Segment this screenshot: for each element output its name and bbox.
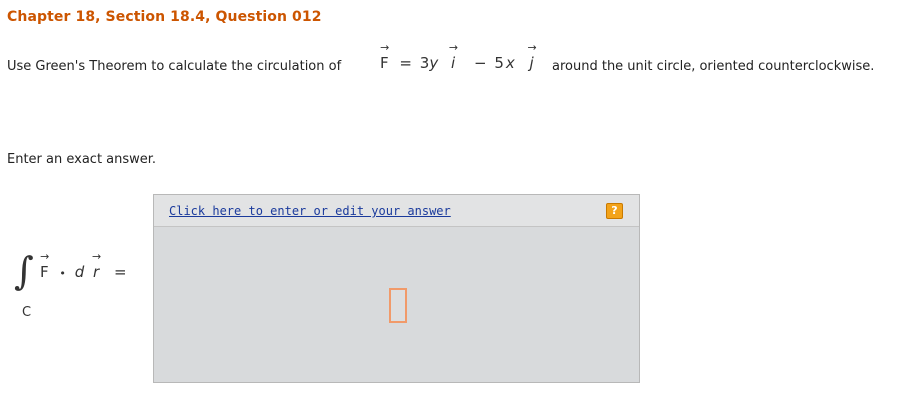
vector-F: → F bbox=[40, 250, 50, 281]
answer-input-placeholder[interactable] bbox=[389, 288, 407, 323]
integral-sign: ∫ bbox=[14, 249, 34, 293]
integral-subscript: C bbox=[22, 305, 32, 320]
unit-vector-j: → j bbox=[527, 41, 537, 72]
instruction-text: Enter an exact answer. bbox=[7, 152, 157, 167]
vector-r: → r bbox=[91, 250, 102, 281]
vector-F: → F bbox=[380, 41, 390, 72]
edit-answer-link[interactable]: Click here to enter or edit your answer bbox=[169, 204, 451, 218]
vector-field-formula: → F = 3y → i − 5x → j bbox=[380, 41, 537, 72]
question-text-after: around the unit circle, oriented counter… bbox=[552, 59, 875, 74]
unit-vector-i: → i bbox=[448, 41, 459, 72]
integrand: → F • d → r = bbox=[40, 250, 127, 281]
question-title: Chapter 18, Section 18.4, Question 012 bbox=[7, 9, 322, 25]
question-text-before: Use Green's Theorem to calculate the cir… bbox=[7, 59, 342, 74]
answer-panel-header: Click here to enter or edit your answer … bbox=[154, 195, 639, 227]
help-icon[interactable]: ? bbox=[606, 203, 623, 219]
answer-panel: Click here to enter or edit your answer … bbox=[153, 194, 640, 383]
